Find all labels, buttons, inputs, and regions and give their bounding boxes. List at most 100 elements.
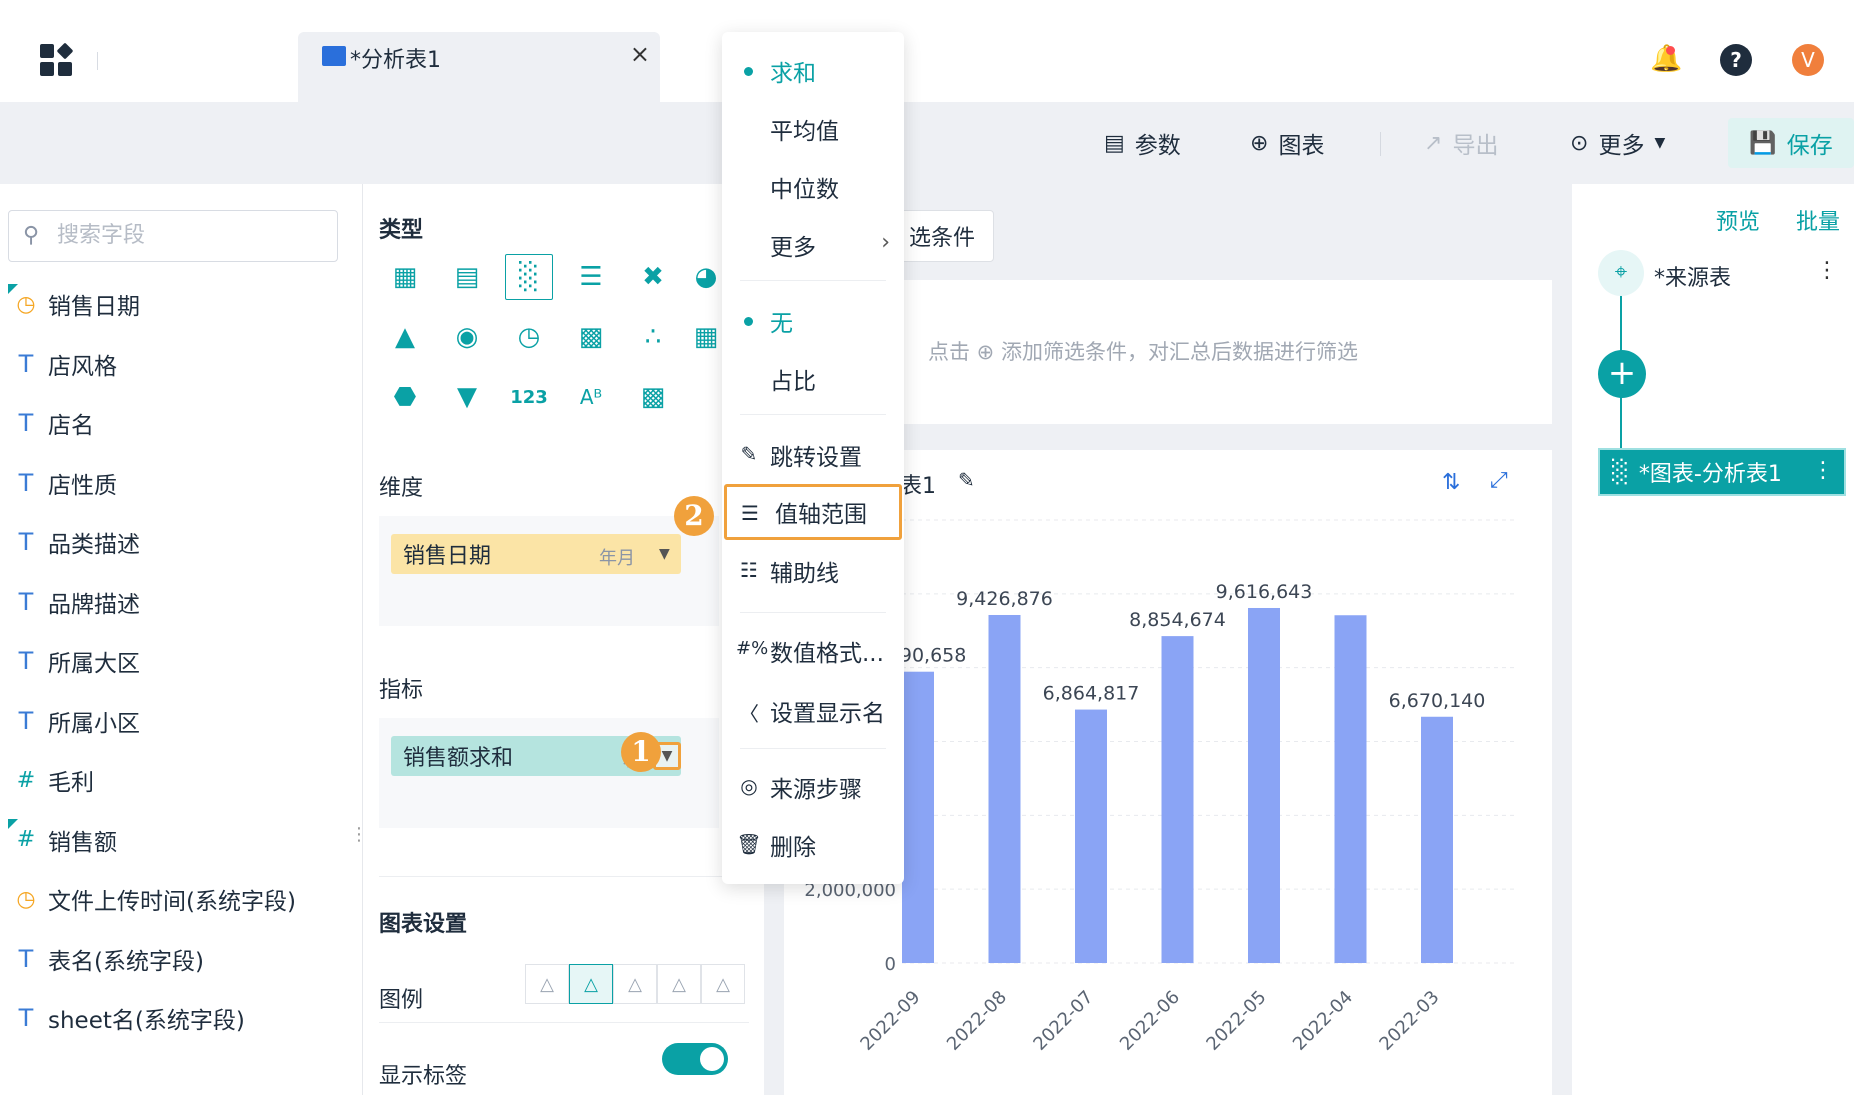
menu-item-none[interactable]: 无: [722, 296, 904, 346]
map-chart-icon[interactable]: ◉: [443, 314, 491, 360]
x-tick-label: 2022-06: [1116, 987, 1184, 1055]
dimension-pill-granularity: 年月: [599, 548, 635, 569]
menu-item-label: 平均值: [770, 119, 839, 145]
avatar[interactable]: V: [1792, 44, 1824, 76]
menu-item-sum[interactable]: 求和: [722, 46, 904, 96]
horizontal-bar-icon[interactable]: ☰: [567, 254, 615, 300]
field-item[interactable]: T 表名(系统字段): [14, 939, 344, 979]
params-button[interactable]: ▤ 参数: [1104, 126, 1181, 160]
bar-chart-icon[interactable]: ░: [505, 254, 553, 300]
search-input[interactable]: [57, 223, 327, 248]
menu-item-average[interactable]: 平均值: [722, 104, 904, 154]
indicator-drop-zone[interactable]: 销售额求和 和 ▼: [379, 718, 719, 828]
tab-analysis-sheet[interactable]: *分析表1 ×: [298, 32, 660, 102]
field-item-label: 文件上传时间(系统字段): [48, 889, 296, 915]
field-item[interactable]: ◷ 文件上传时间(系统字段): [14, 879, 344, 919]
filter-hint: 点击 ⊕ 添加筛选条件，对汇总后数据进行筛选: [928, 340, 1358, 364]
show-label-toggle[interactable]: [662, 1043, 728, 1075]
legend-right-option[interactable]: △: [701, 964, 745, 1004]
dimension-pill[interactable]: 销售日期 年月 ▼: [391, 534, 681, 574]
menu-item-jump-settings[interactable]: ✎ 跳转设置: [722, 430, 904, 480]
chart-node[interactable]: ░ *图表-分析表1 ⋮: [1598, 448, 1846, 496]
help-icon[interactable]: ?: [1720, 44, 1752, 76]
field-item[interactable]: # 销售额: [8, 819, 344, 860]
funnel-chart-icon[interactable]: ▼: [443, 374, 491, 420]
field-item[interactable]: T 所属大区: [14, 641, 344, 681]
area-chart-icon[interactable]: ▲: [381, 314, 429, 360]
table-type-icon[interactable]: ▦: [381, 254, 429, 300]
field-item[interactable]: T 店风格: [14, 344, 344, 384]
data-label: 9,616,643: [1216, 581, 1313, 603]
scatter-chart-icon[interactable]: ∴: [629, 314, 677, 360]
more-button[interactable]: ⊙ 更多 ▼: [1570, 126, 1665, 160]
save-button[interactable]: 💾 保存: [1728, 118, 1854, 168]
field-item[interactable]: ◷ 销售日期: [8, 283, 344, 324]
bar: [1248, 607, 1280, 963]
link-settings-icon: ✎: [740, 442, 758, 466]
menu-item-label: 来源步骤: [770, 777, 862, 803]
menu-item-guide-line[interactable]: ☷ 辅助线: [722, 546, 904, 596]
field-item[interactable]: Tsheet名(系统字段): [14, 998, 344, 1038]
dimension-drop-zone[interactable]: 销售日期 年月 ▼: [379, 516, 719, 626]
legend-bottom-option[interactable]: △: [657, 964, 701, 1004]
pie-chart-icon[interactable]: ◕: [691, 254, 721, 300]
field-item[interactable]: T 店名: [14, 403, 344, 443]
more-vertical-icon[interactable]: ⋮: [1812, 458, 1834, 483]
menu-item-delete[interactable]: 🗑 删除: [722, 820, 904, 870]
step-badge-2: 2: [674, 496, 714, 536]
menu-item-median[interactable]: 中位数: [722, 162, 904, 212]
radar-chart-icon[interactable]: ⬣: [381, 374, 429, 420]
field-item[interactable]: T 品牌描述: [14, 582, 344, 622]
menu-item-display-name[interactable]: 〈 设置显示名: [722, 686, 904, 736]
gauge-chart-icon[interactable]: ◷: [505, 314, 553, 360]
legend-left-option[interactable]: △: [613, 964, 657, 1004]
add-chart-button[interactable]: ⊕ 图表: [1250, 126, 1324, 160]
kpi-number-icon[interactable]: 123: [505, 374, 553, 420]
legend-none-option[interactable]: △: [525, 964, 569, 1004]
guide-line-icon: ☷: [740, 558, 758, 582]
analysis-chart-icon: [322, 46, 346, 66]
menu-item-ratio[interactable]: 占比: [722, 354, 904, 404]
search-icon: ⚲: [23, 223, 40, 248]
divider: [97, 52, 98, 70]
combo-chart-icon[interactable]: ▩: [567, 314, 615, 360]
add-step-button[interactable]: +: [1598, 350, 1646, 398]
flow-panel: 预览 批量 ⌖ *来源表 ⋮ + ░ *图表-分析表1 ⋮: [1572, 184, 1854, 1095]
more-vertical-icon[interactable]: ⋮: [1816, 258, 1838, 283]
field-item-label: 店风格: [48, 353, 117, 380]
text-field-icon: T: [18, 944, 34, 973]
treemap-icon[interactable]: ▦: [691, 314, 721, 360]
heatmap-icon[interactable]: ▩: [629, 374, 677, 420]
field-item[interactable]: T 店性质: [14, 463, 344, 503]
menu-item-label: 求和: [770, 61, 816, 87]
notification-dot: [1666, 46, 1675, 55]
menu-item-axis-range[interactable]: ☰ 值轴范围: [724, 484, 902, 540]
source-node-name[interactable]: *来源表: [1654, 260, 1731, 292]
close-icon[interactable]: ×: [630, 40, 650, 68]
menu-item-label: 值轴范围: [775, 502, 867, 528]
number-field-icon: #: [16, 767, 36, 793]
search-box[interactable]: ⚲: [8, 210, 338, 262]
detail-table-icon[interactable]: ▤: [443, 254, 491, 300]
preview-link[interactable]: 预览: [1716, 204, 1760, 236]
export-button[interactable]: ↗ 导出: [1424, 126, 1498, 160]
legend-top-option[interactable]: △: [569, 964, 613, 1004]
divider: [379, 876, 749, 877]
field-item[interactable]: T 所属小区: [14, 701, 344, 741]
number-field-icon: #: [8, 819, 38, 852]
batch-link[interactable]: 批量: [1796, 204, 1840, 236]
field-item-label: 品类描述: [48, 532, 140, 558]
menu-item-label: 占比: [770, 369, 816, 395]
field-item-label: 品牌描述: [48, 591, 140, 618]
menu-item-source-step[interactable]: ◎ 来源步骤: [722, 762, 904, 812]
word-cloud-icon[interactable]: Aᴮ: [567, 374, 615, 420]
menu-item-more[interactable]: 更多 ›: [722, 220, 904, 270]
app-grid-icon[interactable]: [40, 42, 74, 78]
field-item[interactable]: # 毛利: [14, 760, 344, 800]
menu-item-number-format[interactable]: #% 数值格式...: [722, 626, 904, 676]
field-item[interactable]: T 品类描述: [14, 522, 344, 562]
cross-chart-icon[interactable]: ✖: [629, 254, 677, 300]
bar: [1075, 709, 1107, 963]
caret-down-icon[interactable]: ▼: [659, 546, 670, 562]
field-item-label: sheet名(系统字段): [48, 1008, 245, 1034]
